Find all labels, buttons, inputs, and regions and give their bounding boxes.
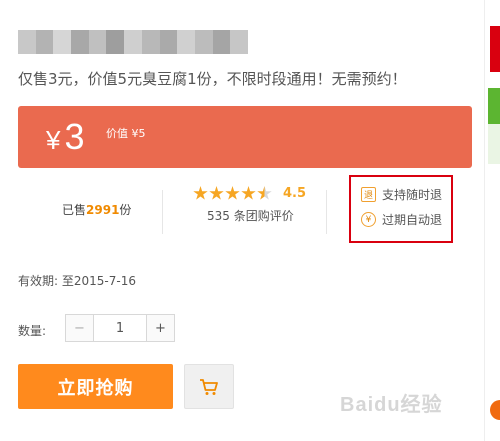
side-tab-light: [488, 124, 500, 164]
half-star-icon: [257, 186, 272, 200]
blur-block: [35, 30, 54, 54]
sold-suffix: 份: [119, 203, 132, 217]
sold-count: 已售2991份: [62, 201, 131, 218]
validity-period: 有效期: 至2015-7-16: [18, 272, 136, 289]
quantity-stepper[interactable]: − 1 +: [65, 314, 175, 342]
watermark: Baidu经验: [340, 394, 443, 416]
rating-score: 4.5: [283, 186, 307, 201]
decrement-button[interactable]: −: [66, 315, 94, 341]
blur-block: [212, 30, 231, 54]
price-amount: 3: [64, 116, 85, 157]
blur-block: [194, 30, 213, 54]
star-icon: [241, 186, 256, 200]
increment-button[interactable]: +: [146, 315, 174, 341]
refund-icon: 退: [361, 187, 376, 202]
blur-block: [88, 30, 107, 54]
star-icon: [193, 186, 208, 200]
deal-subtitle: 仅售3元，价值5元臭豆腐1份，不限时段通用！无需预约！: [18, 70, 407, 88]
star-icon: [209, 186, 224, 200]
side-tab-red[interactable]: [490, 26, 500, 72]
yen-refund-icon: ¥: [361, 212, 376, 227]
add-to-cart-button[interactable]: [184, 364, 234, 409]
sold-number: 2991: [86, 203, 120, 217]
divider: [326, 190, 327, 234]
price-bar: ¥3 价值 ¥5: [18, 106, 472, 168]
quantity-input[interactable]: 1: [94, 315, 146, 341]
validity-value: 至2015-7-16: [61, 274, 136, 288]
side-tab-green[interactable]: [488, 88, 500, 124]
rating-block[interactable]: 4.5 535 条团购评价: [193, 186, 333, 224]
buy-now-button[interactable]: 立即抢购: [18, 364, 173, 409]
review-count[interactable]: 535 条团购评价: [207, 207, 333, 224]
blur-block: [53, 30, 72, 54]
blur-block: [18, 30, 36, 54]
refund-anytime: 退 支持随时退: [361, 186, 442, 203]
original-value: 价值 ¥5: [106, 127, 146, 140]
refund-anytime-label: 支持随时退: [382, 188, 443, 202]
quantity-label: 数量:: [18, 324, 47, 338]
blur-block: [106, 30, 125, 54]
auto-refund-expired: ¥ 过期自动退: [361, 211, 442, 228]
star-rating: 4.5: [193, 186, 333, 201]
refund-guarantee-highlight: 退 支持随时退 ¥ 过期自动退: [349, 175, 453, 243]
divider: [162, 190, 163, 234]
currency-symbol: ¥: [46, 125, 61, 155]
blur-block: [177, 30, 195, 54]
validity-label: 有效期:: [18, 274, 59, 288]
sold-prefix: 已售: [62, 203, 87, 217]
blur-block: [230, 30, 248, 54]
blur-block: [71, 30, 89, 54]
deal-stats: 已售2991份 4.5 535 条团购评价 退 支持随时退 ¥ 过期自动退: [18, 175, 480, 243]
auto-refund-label: 过期自动退: [382, 213, 443, 227]
cart-icon: [200, 378, 218, 395]
product-title-blurred: [18, 30, 248, 54]
blur-block: [159, 30, 178, 54]
star-icon: [225, 186, 240, 200]
deal-price: ¥3: [46, 116, 85, 158]
blur-block: [141, 30, 160, 54]
blur-block: [124, 30, 142, 54]
